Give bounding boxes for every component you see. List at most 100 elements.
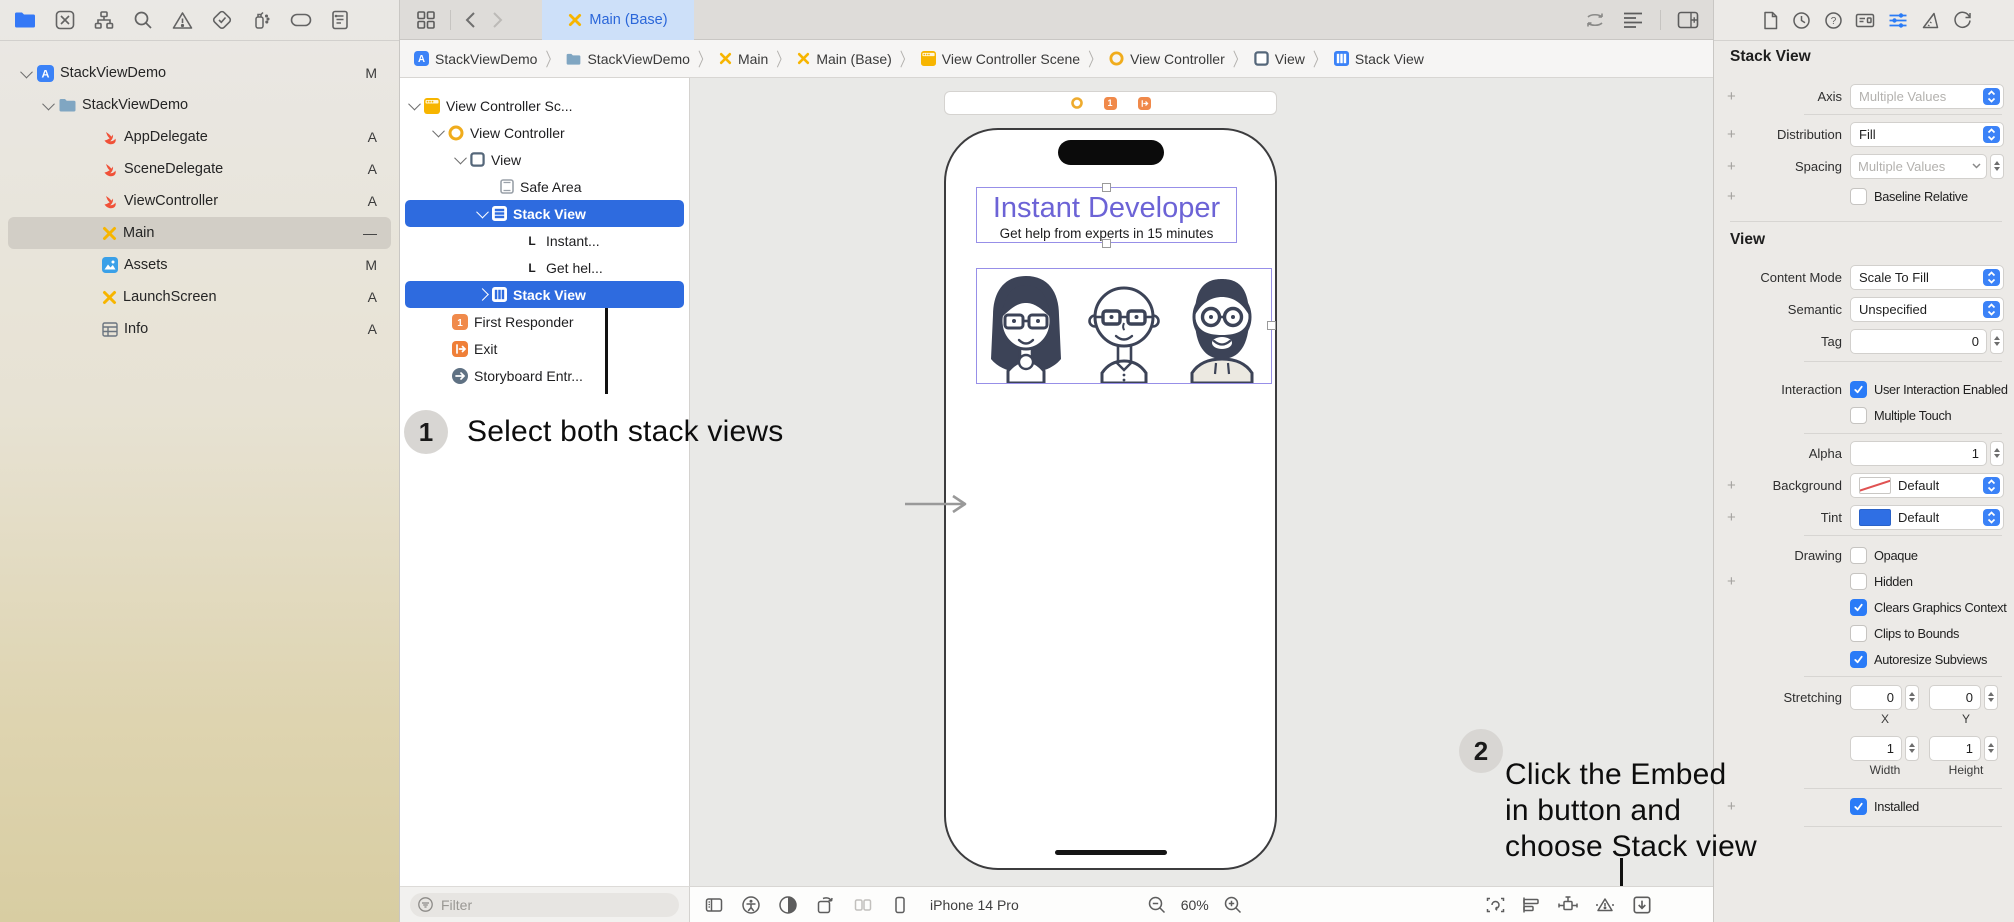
add-constraints-icon[interactable] xyxy=(1557,895,1579,915)
outline-row-storyboard-entry[interactable]: Storyboard Entr... xyxy=(405,362,684,389)
stretching-width-stepper[interactable] xyxy=(1905,736,1919,761)
clears-graphics-checkbox[interactable] xyxy=(1850,599,1867,616)
background-dropdown[interactable]: Default xyxy=(1850,473,2004,498)
user-interaction-checkbox[interactable] xyxy=(1850,381,1867,398)
breadcrumb-view[interactable]: View xyxy=(1254,51,1305,67)
code-review-icon[interactable] xyxy=(1584,12,1606,28)
add-variation-icon[interactable]: + xyxy=(1727,573,1736,590)
breadcrumb-scene[interactable]: View Controller Scene xyxy=(921,51,1080,67)
clips-to-bounds-checkbox[interactable] xyxy=(1850,625,1867,642)
device-icon[interactable] xyxy=(890,895,910,915)
tree-row-project[interactable]: A StackViewDemo M xyxy=(8,57,391,89)
outline-row-stack-view-horizontal[interactable]: Stack View xyxy=(405,281,684,308)
symbols-icon[interactable] xyxy=(94,10,114,30)
breadcrumb-storyboard-base[interactable]: Main (Base) xyxy=(797,51,891,67)
spacing-field[interactable]: Multiple Values xyxy=(1850,154,1987,179)
outline-row-scene[interactable]: View Controller Sc... xyxy=(405,92,684,119)
tests-icon[interactable] xyxy=(212,10,232,30)
selected-vertical-stack-view[interactable]: Instant Developer Get help from experts … xyxy=(976,187,1237,243)
breadcrumb-group[interactable]: StackViewDemo xyxy=(566,51,689,67)
attributes-inspector-icon[interactable] xyxy=(1888,11,1908,30)
appearance-icon[interactable] xyxy=(778,895,798,915)
zoom-in-icon[interactable] xyxy=(1223,895,1243,915)
tree-row-file[interactable]: AppDelegate A xyxy=(8,121,391,153)
selection-handle[interactable] xyxy=(1102,183,1111,192)
alpha-field[interactable]: 1 xyxy=(1850,441,1987,466)
tree-row-file[interactable]: ViewController A xyxy=(8,185,391,217)
tab-overview-icon[interactable] xyxy=(416,10,436,30)
content-mode-dropdown[interactable]: Scale To Fill xyxy=(1850,265,2004,290)
stretching-width-field[interactable]: 1 xyxy=(1850,736,1902,761)
outline-row-safe-area[interactable]: Safe Area xyxy=(405,173,684,200)
size-inspector-icon[interactable] xyxy=(1921,11,1940,30)
align-icon[interactable] xyxy=(1521,895,1542,915)
first-responder-icon[interactable]: 1 xyxy=(1104,97,1117,110)
file-inspector-icon[interactable] xyxy=(1762,11,1779,30)
device-name[interactable]: iPhone 14 Pro xyxy=(930,897,1019,913)
help-inspector-icon[interactable]: ? xyxy=(1824,11,1843,30)
avatar-bald-man-glasses[interactable] xyxy=(1075,271,1173,383)
add-editor-icon[interactable] xyxy=(1677,11,1699,29)
connections-inspector-icon[interactable] xyxy=(1953,11,1972,30)
filter-input[interactable] xyxy=(439,896,671,914)
add-variation-icon[interactable]: + xyxy=(1727,188,1736,205)
breakpoints-icon[interactable] xyxy=(290,12,312,28)
selection-handle[interactable] xyxy=(1102,239,1111,248)
outline-row-view-controller[interactable]: View Controller xyxy=(405,119,684,146)
avatar-bearded-man-hoodie[interactable] xyxy=(1173,271,1271,383)
disclosure-icon[interactable] xyxy=(20,65,33,78)
forward-button[interactable] xyxy=(492,11,503,29)
adjust-editor-icon[interactable] xyxy=(1622,12,1644,28)
accessibility-icon[interactable] xyxy=(741,895,761,915)
breadcrumb-stack-view[interactable]: Stack View xyxy=(1334,51,1424,67)
axis-dropdown[interactable]: Multiple Values xyxy=(1850,84,2004,109)
back-button[interactable] xyxy=(465,11,476,29)
orientation-icon[interactable] xyxy=(815,895,836,915)
selection-handle[interactable] xyxy=(1267,321,1276,330)
avatar-woman-glasses[interactable] xyxy=(977,271,1075,383)
source-control-icon[interactable] xyxy=(55,10,75,30)
semantic-dropdown[interactable]: Unspecified xyxy=(1850,297,2004,322)
find-icon[interactable] xyxy=(133,10,153,30)
tree-row-file[interactable]: Info A xyxy=(8,313,391,345)
multiple-touch-checkbox[interactable] xyxy=(1850,407,1867,424)
disclosure-icon[interactable] xyxy=(454,152,467,165)
split-view-icon[interactable] xyxy=(853,895,873,915)
alpha-stepper[interactable] xyxy=(1990,441,2004,466)
stretching-height-field[interactable]: 1 xyxy=(1929,736,1981,761)
exit-icon[interactable] xyxy=(1138,97,1151,110)
embed-in-icon[interactable] xyxy=(1631,894,1653,916)
tag-stepper[interactable] xyxy=(1990,329,2004,354)
zoom-out-icon[interactable] xyxy=(1147,895,1167,915)
outline-row-label-instant[interactable]: L Instant... xyxy=(405,227,684,254)
scene-header-bar[interactable]: 1 xyxy=(944,91,1277,115)
selected-horizontal-stack-view[interactable] xyxy=(976,268,1272,384)
tree-row-file[interactable]: LaunchScreen A xyxy=(8,281,391,313)
tree-row-group[interactable]: StackViewDemo xyxy=(8,89,391,121)
debug-icon[interactable] xyxy=(251,10,271,30)
disclosure-icon[interactable] xyxy=(476,206,489,219)
tree-row-file[interactable]: Assets M xyxy=(8,249,391,281)
outline-row-exit[interactable]: Exit xyxy=(405,335,684,362)
stretching-height-stepper[interactable] xyxy=(1984,736,1998,761)
tree-row-file-selected[interactable]: Main — xyxy=(8,217,391,249)
hidden-checkbox[interactable] xyxy=(1850,573,1867,590)
installed-checkbox[interactable] xyxy=(1850,798,1867,815)
hero-title-label[interactable]: Instant Developer xyxy=(977,191,1236,225)
distribution-dropdown[interactable]: Fill xyxy=(1850,122,2004,147)
disclosure-icon[interactable] xyxy=(432,125,445,138)
autoresize-checkbox[interactable] xyxy=(1850,651,1867,668)
disclosure-icon[interactable] xyxy=(476,288,489,301)
identity-inspector-icon[interactable] xyxy=(1855,11,1875,30)
stretching-y-stepper[interactable] xyxy=(1984,685,1998,710)
project-navigator-icon[interactable] xyxy=(14,11,36,29)
tag-field[interactable]: 0 xyxy=(1850,329,1987,354)
zoom-level[interactable]: 60% xyxy=(1181,897,1209,913)
update-frames-icon[interactable] xyxy=(1485,895,1506,915)
toggle-outline-icon[interactable] xyxy=(704,895,724,915)
breadcrumb-project[interactable]: A StackViewDemo xyxy=(414,51,537,67)
tab-main-base[interactable]: Main (Base) xyxy=(542,0,694,40)
issues-icon[interactable] xyxy=(172,11,193,30)
disclosure-icon[interactable] xyxy=(42,97,55,110)
stretching-x-stepper[interactable] xyxy=(1905,685,1919,710)
